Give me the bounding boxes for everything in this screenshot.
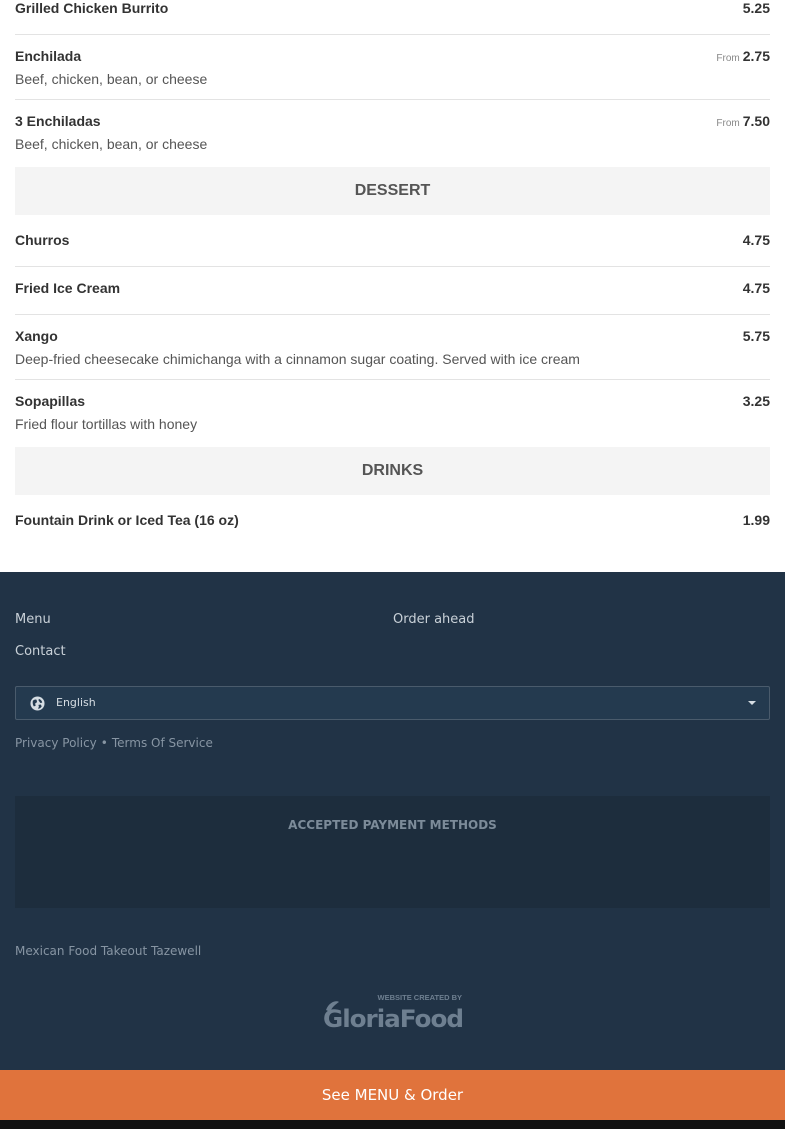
see-menu-order-button[interactable]: See MENU & Order: [0, 1070, 785, 1120]
menu-item-churros[interactable]: Churros 4.75: [15, 215, 770, 267]
footer-link-order-ahead[interactable]: Order ahead: [393, 612, 475, 627]
item-name: Sopapillas: [15, 393, 86, 409]
item-price: 4.75: [742, 280, 770, 296]
menu-item-3-enchiladas[interactable]: 3 Enchiladas Beef, chicken, bean, or che…: [15, 100, 770, 167]
from-label: From: [716, 53, 740, 64]
item-description: Beef, chicken, bean, or cheese: [15, 136, 208, 152]
item-price-group: From 7.50: [716, 113, 770, 129]
item-price: 3.25: [742, 393, 770, 409]
item-name: Grilled Chicken Burrito: [15, 0, 169, 16]
menu-item-grilled-chicken-burrito[interactable]: Grilled Chicken Burrito 5.25: [15, 0, 770, 35]
item-price: 1.99: [742, 512, 770, 528]
credit-brand: GloriaFood: [323, 1005, 463, 1032]
item-description: Deep-fried cheesecake chimichanga with a…: [15, 351, 580, 367]
item-price: 5.25: [742, 0, 770, 16]
legal-separator: •: [100, 736, 108, 750]
menu-item-fried-ice-cream[interactable]: Fried Ice Cream 4.75: [15, 267, 770, 315]
item-name: Fried Ice Cream: [15, 280, 121, 296]
credit-caption: WEBSITE CREATED BY: [378, 993, 462, 1002]
footer-link-menu[interactable]: Menu: [15, 612, 51, 627]
menu-item-enchilada[interactable]: Enchilada Beef, chicken, bean, or cheese…: [15, 35, 770, 100]
gloriafood-credit-logo[interactable]: WEBSITE CREATED BY GloriaFood: [322, 992, 464, 1032]
terms-of-service-link[interactable]: Terms Of Service: [112, 736, 213, 750]
site-footer: Menu Order ahead Contact English Privacy…: [0, 572, 785, 1070]
payment-methods-panel: ACCEPTED PAYMENT METHODS: [15, 796, 770, 908]
section-header-dessert: DESSERT: [15, 167, 770, 215]
menu-item-xango[interactable]: Xango Deep-fried cheesecake chimichanga …: [15, 315, 770, 380]
legal-links: Privacy Policy • Terms Of Service: [15, 736, 213, 750]
item-name: Churros: [15, 232, 70, 248]
footer-link-contact[interactable]: Contact: [15, 644, 66, 659]
caret-down-icon: [748, 701, 756, 705]
item-description: Fried flour tortillas with honey: [15, 416, 198, 432]
section-header-drinks: DRINKS: [15, 447, 770, 495]
menu-item-fountain-drink[interactable]: Fountain Drink or Iced Tea (16 oz) 1.99: [15, 495, 770, 545]
item-price: 2.75: [742, 48, 770, 64]
payment-methods-title: ACCEPTED PAYMENT METHODS: [288, 818, 497, 832]
item-price-group: From 2.75: [716, 48, 770, 64]
item-price: 4.75: [742, 232, 770, 248]
item-price: 5.75: [742, 328, 770, 344]
language-select[interactable]: English: [15, 686, 770, 720]
item-name: Enchilada: [15, 48, 82, 64]
bottom-strip: [0, 1120, 785, 1129]
privacy-policy-link[interactable]: Privacy Policy: [15, 736, 97, 750]
item-price: 7.50: [742, 113, 770, 129]
menu-item-sopapillas[interactable]: Sopapillas Fried flour tortillas with ho…: [15, 380, 770, 447]
item-description: Beef, chicken, bean, or cheese: [15, 71, 208, 87]
language-label: English: [56, 696, 96, 709]
item-name: 3 Enchiladas: [15, 113, 101, 129]
item-name: Fountain Drink or Iced Tea (16 oz): [15, 512, 239, 528]
globe-icon: [30, 696, 45, 711]
takeout-link[interactable]: Mexican Food Takeout Tazewell: [15, 944, 201, 958]
item-name: Xango: [15, 328, 58, 344]
from-label: From: [716, 118, 740, 129]
menu-list: Grilled Chicken Burrito 5.25 Enchilada B…: [15, 0, 770, 545]
